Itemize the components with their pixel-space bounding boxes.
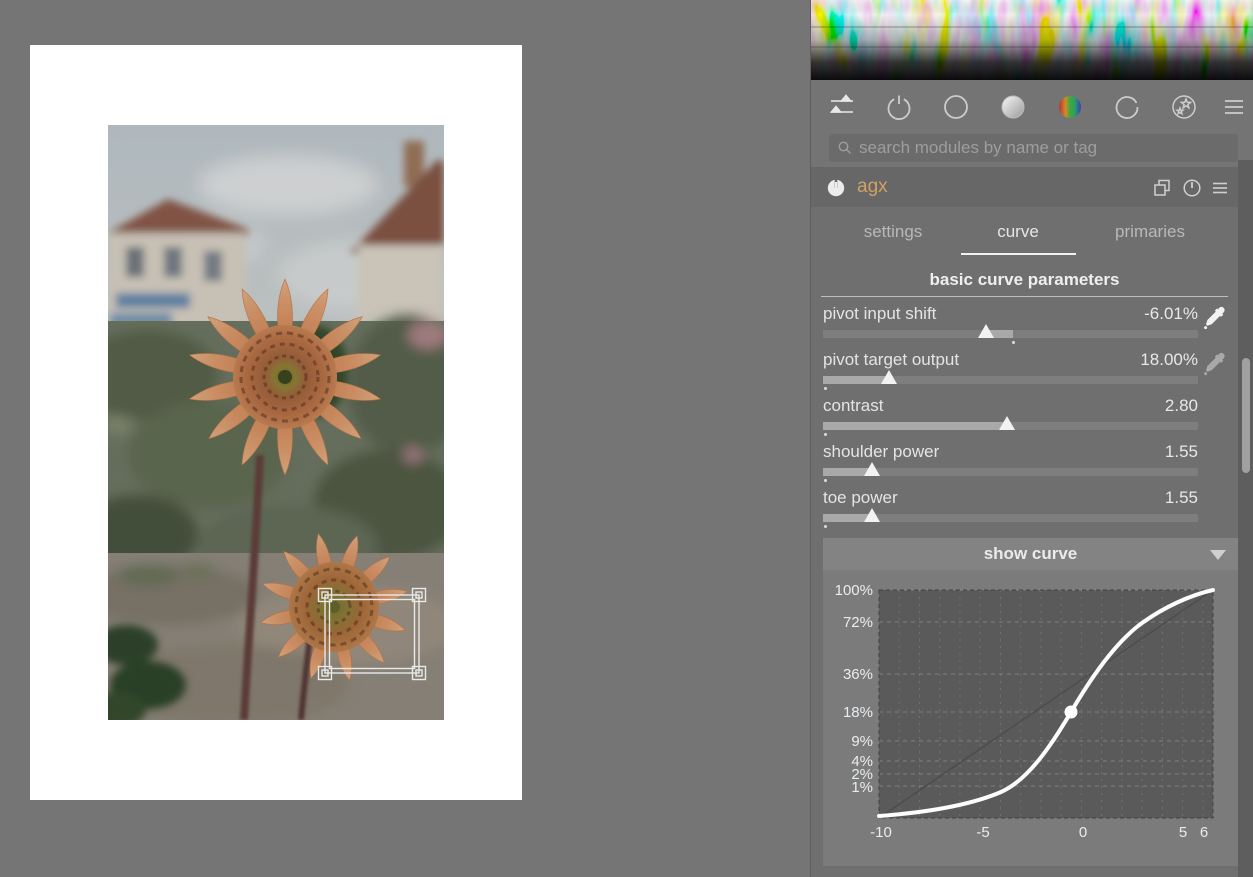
slider-thumb[interactable] <box>978 324 994 338</box>
multi-instance-icon[interactable] <box>1151 177 1173 199</box>
slider-thumb[interactable] <box>999 416 1015 430</box>
slider-track[interactable] <box>823 330 1198 338</box>
svg-text:9%: 9% <box>851 733 873 750</box>
slider-thumb[interactable] <box>864 462 880 476</box>
slider-pivot-input-shift[interactable]: pivot input shift -6.01% <box>823 304 1228 348</box>
slider-default-marker <box>824 525 827 528</box>
svg-text:0: 0 <box>1079 824 1087 841</box>
slider-value[interactable]: -6.01% <box>1144 304 1198 324</box>
slider-label: shoulder power <box>823 442 939 462</box>
svg-text:36%: 36% <box>843 666 873 683</box>
slider-contrast[interactable]: contrast 2.80 <box>823 396 1228 440</box>
section-rule <box>821 296 1228 297</box>
tab-primaries[interactable]: primaries <box>1108 222 1192 242</box>
svg-text:-5: -5 <box>976 824 989 841</box>
active-modules-icon[interactable] <box>827 92 857 122</box>
reset-icon[interactable] <box>1181 177 1203 199</box>
color-picker-icon[interactable] <box>1202 305 1228 331</box>
slider-value[interactable]: 1.55 <box>1165 488 1198 508</box>
slider-track[interactable] <box>823 376 1198 384</box>
svg-text:6: 6 <box>1200 824 1208 841</box>
basic-group-icon[interactable] <box>884 92 914 122</box>
slider-label: pivot target output <box>823 350 959 370</box>
darktable-darkroom: agx settings curve primaries <box>0 0 1253 877</box>
panel-scrollbar-thumb[interactable] <box>1242 358 1250 473</box>
svg-text:18%: 18% <box>843 704 873 721</box>
panel-scrollbar-track[interactable] <box>1238 160 1253 877</box>
slider-toe-power[interactable]: toe power 1.55 <box>823 488 1228 532</box>
slider-label: contrast <box>823 396 883 416</box>
show-curve-header[interactable]: show curve <box>823 538 1238 570</box>
power-icon[interactable] <box>825 177 847 199</box>
presets-icon[interactable] <box>1209 177 1231 199</box>
svg-text:-10: -10 <box>870 824 892 841</box>
slider-track[interactable] <box>823 468 1198 476</box>
chevron-down-icon[interactable] <box>1210 550 1226 560</box>
slider-value[interactable]: 1.55 <box>1165 442 1198 462</box>
svg-text:72%: 72% <box>843 614 873 631</box>
slider-fill <box>823 376 889 384</box>
tone-curve-graph[interactable]: 100% 72% 36% 18% 9% 4% 2% 1% -10 -5 0 5 <box>823 570 1238 866</box>
module-group-toolbar <box>811 86 1253 128</box>
slider-value[interactable]: 18.00% <box>1140 350 1198 370</box>
y-axis-labels: 100% 72% 36% 18% 9% 4% 2% 1% <box>835 582 873 796</box>
module-header-agx[interactable]: agx <box>811 167 1238 207</box>
svg-text:100%: 100% <box>835 582 873 599</box>
slider-default-marker <box>824 387 827 390</box>
waveform-scope[interactable] <box>811 0 1253 80</box>
tab-curve[interactable]: curve <box>993 222 1043 242</box>
pivot-point[interactable] <box>1065 706 1078 719</box>
slider-track[interactable] <box>823 514 1198 522</box>
module-title[interactable]: agx <box>857 176 888 198</box>
effects-group-icon[interactable] <box>1169 92 1199 122</box>
slider-label: pivot input shift <box>823 304 936 324</box>
slider-track[interactable] <box>823 422 1198 430</box>
slider-pivot-target-output[interactable]: pivot target output 18.00% <box>823 350 1228 394</box>
technical-group-icon[interactable] <box>941 92 971 122</box>
color-picker-icon[interactable] <box>1202 351 1228 377</box>
active-tab-underline <box>961 253 1076 255</box>
photo-view[interactable] <box>108 125 444 720</box>
grading-group-icon[interactable] <box>998 92 1028 122</box>
slider-default-marker <box>824 433 827 436</box>
slider-default-marker <box>824 479 827 482</box>
show-curve-label: show curve <box>823 544 1238 564</box>
curve-graph-panel: 100% 72% 36% 18% 9% 4% 2% 1% -10 -5 0 5 <box>823 570 1238 866</box>
tab-settings[interactable]: settings <box>851 222 935 242</box>
slider-label: toe power <box>823 488 898 508</box>
x-axis-labels: -10 -5 0 5 6 <box>870 824 1208 841</box>
color-group-icon[interactable] <box>1055 92 1085 122</box>
slider-fill <box>823 422 1007 430</box>
right-panel: agx settings curve primaries <box>810 0 1253 877</box>
slider-default-marker <box>1012 341 1015 344</box>
slider-shoulder-power[interactable]: shoulder power 1.55 <box>823 442 1228 486</box>
search-input[interactable] <box>829 134 1238 162</box>
slider-value[interactable]: 2.80 <box>1165 396 1198 416</box>
slider-thumb[interactable] <box>864 508 880 522</box>
svg-text:1%: 1% <box>851 779 873 796</box>
svg-text:5: 5 <box>1179 824 1187 841</box>
module-body: settings curve primaries basic curve par… <box>811 207 1238 877</box>
correction-group-icon[interactable] <box>1112 92 1142 122</box>
presets-menu-icon[interactable] <box>1219 92 1249 122</box>
section-title: basic curve parameters <box>811 270 1238 290</box>
preview-darken-overlay <box>108 125 444 720</box>
slider-thumb[interactable] <box>881 370 897 384</box>
